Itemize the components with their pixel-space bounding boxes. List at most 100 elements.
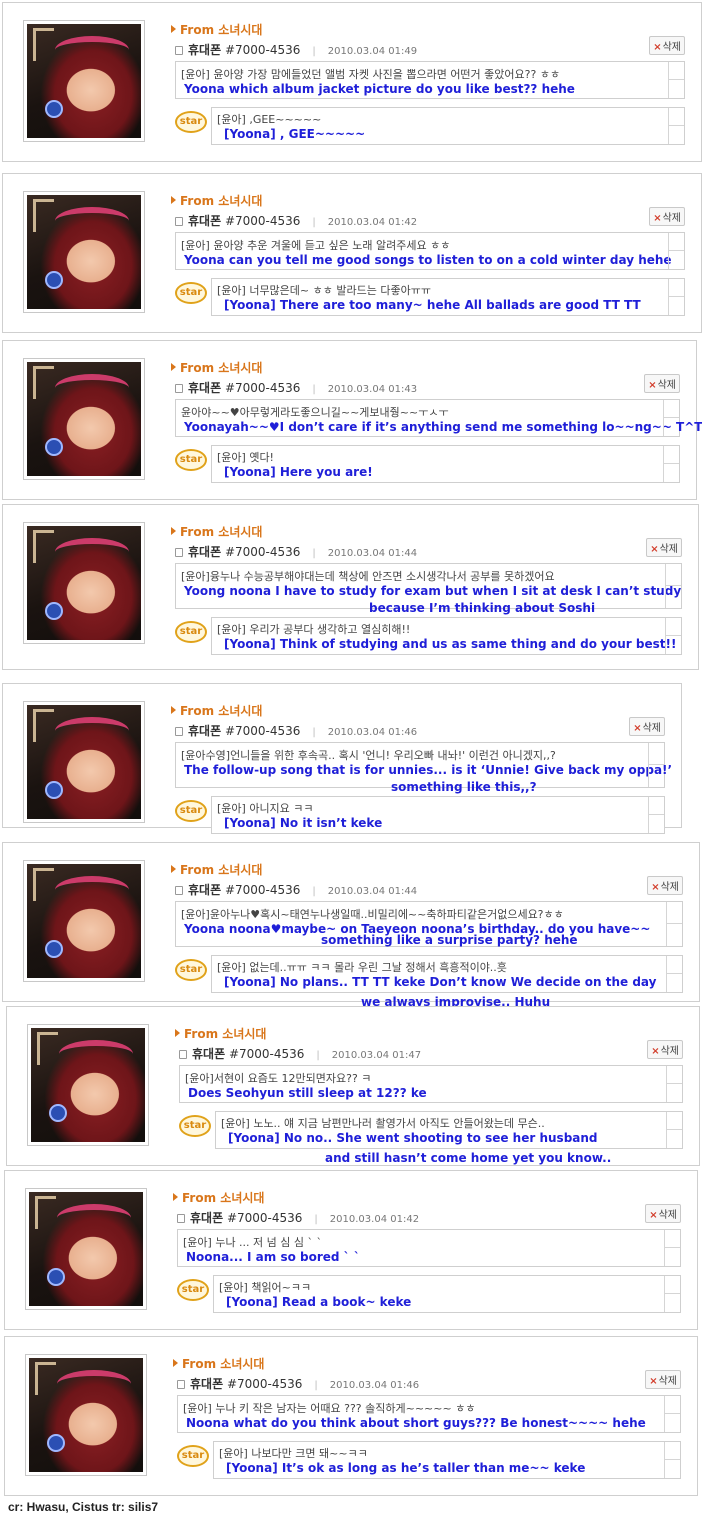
message-korean: [윤아]윤아누나♥혹시~태연누나생일때..비밀리에~~축하파티같은거없으세요?ㅎ… [181, 908, 564, 921]
scroll-down[interactable] [668, 297, 684, 315]
close-icon: × [651, 1046, 660, 1057]
delete-button[interactable]: ×삭제 [649, 207, 685, 226]
profile-photo [23, 191, 145, 313]
scroll-up[interactable] [668, 279, 684, 297]
scroll-down[interactable] [648, 815, 664, 833]
reply-english: [Yoona] Here you are! [224, 465, 373, 479]
scroll-down[interactable] [664, 1414, 680, 1432]
arrow-icon [171, 25, 176, 33]
delete-button[interactable]: ×삭제 [645, 1204, 681, 1223]
reply-box: [윤아] 나보다만 크면 돼~~ㅋㅋ [Yoona] It’s ok as lo… [213, 1441, 681, 1479]
scroll-up[interactable] [666, 1066, 682, 1084]
scroll-up[interactable] [663, 400, 679, 418]
message-english-cont: something like this,,? [391, 780, 537, 794]
scroll-down[interactable] [648, 765, 664, 787]
scroll-up[interactable] [666, 902, 682, 924]
reply-korean: [윤아] 나보다만 크면 돼~~ㅋㅋ [219, 1447, 368, 1460]
lock-icon [175, 548, 183, 557]
message-korean: [윤아] 누나 ... 저 넘 심 심 ` ` [183, 1236, 323, 1249]
from-label: From 소녀시대 [173, 1355, 264, 1372]
sender-meta: 휴대폰 #7000-4536 | 2010.03.04 01:46 [175, 722, 417, 739]
sender-number: #7000-4536 [224, 381, 301, 395]
scroll-up[interactable] [666, 956, 682, 974]
message-card: From 소녀시대 휴대폰 #7000-4536 | 2010.03.04 01:4… [2, 173, 702, 333]
profile-photo [23, 358, 145, 480]
reply-korean: [윤아] 너무많은데~ ㅎㅎ 발라드는 다좋아ㅠㅠ [217, 284, 431, 297]
scroll-up[interactable] [668, 62, 684, 80]
scroll-down[interactable] [663, 418, 679, 436]
scroll-down[interactable] [666, 1084, 682, 1102]
scroll-up[interactable] [664, 1276, 680, 1294]
scroll-down[interactable] [664, 1294, 680, 1312]
scroll-down[interactable] [664, 1248, 680, 1266]
arrow-icon [175, 1029, 180, 1037]
close-icon: × [633, 723, 642, 734]
delete-button[interactable]: ×삭제 [645, 1370, 681, 1389]
scroll-up[interactable] [648, 743, 664, 765]
lock-icon [175, 384, 183, 393]
scroll-up[interactable] [665, 618, 681, 636]
scroll-down[interactable] [665, 636, 681, 654]
sender-name: 휴대폰 [188, 545, 222, 559]
profile-photo [25, 1188, 147, 1310]
scroll-down[interactable] [665, 586, 681, 608]
message-english: Yoong noona I have to study for exam but… [184, 584, 682, 598]
message-date: 2010.03.04 01:46 [329, 1380, 420, 1391]
message-english: Yoona can you tell me good songs to list… [184, 253, 672, 267]
reply-box: [윤아] ,GEE~~~~~ [Yoona] , GEE~~~~~ [211, 107, 685, 145]
scroll-down[interactable] [664, 1460, 680, 1478]
message-card: From 소녀시대 휴대폰 #7000-4536 | 2010.03.04 01:4… [2, 2, 702, 162]
delete-button[interactable]: ×삭제 [647, 876, 683, 895]
scroll-up[interactable] [668, 108, 684, 126]
sender-meta: 휴대폰 #7000-4536 | 2010.03.04 01:47 [179, 1045, 421, 1062]
message-english: The follow-up song that is for unnies...… [184, 763, 673, 777]
reply-korean: [윤아] 우리가 공부다 생각하고 열심히해!! [217, 623, 411, 636]
scroll-down[interactable] [666, 974, 682, 992]
scroll-up[interactable] [663, 446, 679, 464]
delete-button[interactable]: ×삭제 [629, 717, 665, 736]
close-icon: × [649, 1210, 658, 1221]
from-label: From 소녀시대 [171, 21, 262, 38]
close-icon: × [653, 213, 662, 224]
scroll-up[interactable] [665, 564, 681, 586]
scroll-up[interactable] [664, 1442, 680, 1460]
scroll-down[interactable] [663, 464, 679, 482]
sender-number: #7000-4536 [226, 1211, 303, 1225]
scroll-up[interactable] [666, 1112, 682, 1130]
from-text: From 소녀시대 [180, 863, 263, 877]
reply-english: [Yoona] No it isn’t keke [224, 816, 383, 830]
message-card: From 소녀시대 휴대폰 #7000-4536 | 2010.03.04 01:4… [4, 1336, 698, 1496]
message-card: From 소녀시대 휴대폰 #7000-4536 | 2010.03.04 01:4… [2, 842, 700, 1009]
sender-name: 휴대폰 [190, 1211, 224, 1225]
lock-icon [177, 1214, 185, 1223]
profile-photo [23, 20, 145, 142]
lock-icon [177, 1380, 185, 1389]
profile-photo [25, 1354, 147, 1476]
message-card: From 소녀시대 휴대폰 #7000-4536 | 2010.03.04 01:4… [2, 340, 702, 500]
delete-button[interactable]: ×삭제 [644, 374, 680, 393]
sender-meta: 휴대폰 #7000-4536 | 2010.03.04 01:42 [175, 212, 417, 229]
scroll-down[interactable] [666, 924, 682, 946]
scroll-up[interactable] [668, 233, 684, 251]
star-badge-icon: star [175, 282, 207, 304]
sender-meta: 휴대폰 #7000-4536 | 2010.03.04 01:44 [175, 881, 417, 898]
reply-english: [Yoona] Read a book~ keke [226, 1295, 412, 1309]
close-icon: × [650, 544, 659, 555]
delete-button[interactable]: ×삭제 [649, 36, 685, 55]
scroll-up[interactable] [664, 1230, 680, 1248]
scroll-up[interactable] [648, 797, 664, 815]
delete-button[interactable]: ×삭제 [647, 1040, 683, 1059]
scroll-up[interactable] [664, 1396, 680, 1414]
from-label: From 소녀시대 [171, 192, 262, 209]
scroll-down[interactable] [668, 251, 684, 269]
reply-box: [윤아] 노노.. 얘 지금 남편만나러 촬영가서 아직도 안들어왔는데 무슨.… [215, 1111, 683, 1149]
profile-photo [23, 701, 145, 823]
message-date: 2010.03.04 01:42 [327, 217, 418, 228]
scroll-down[interactable] [668, 80, 684, 98]
scroll-down[interactable] [668, 126, 684, 144]
delete-button[interactable]: ×삭제 [646, 538, 682, 557]
message-card: From 소녀시대 휴대폰 #7000-4536 | 2010.03.04 01:4… [2, 504, 699, 670]
sender-number: #7000-4536 [224, 724, 301, 738]
reply-korean: [윤아] 옛다! [217, 451, 274, 464]
scroll-down[interactable] [666, 1130, 682, 1148]
